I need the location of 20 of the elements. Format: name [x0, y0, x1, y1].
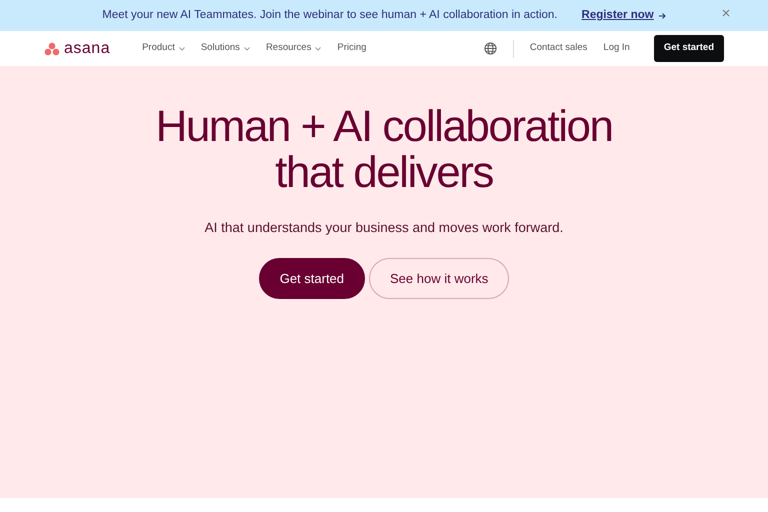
asana-logo[interactable]: asana: [44, 36, 110, 60]
see-how-it-works-button[interactable]: See how it works: [369, 258, 510, 300]
hero-subtitle: AI that understands your business and moves work forward.: [204, 219, 564, 237]
nav-menu-item[interactable]: Solutions: [200, 41, 250, 56]
hero-title: Human + AI collaboration that delivers: [154, 104, 614, 196]
nav-menu-item[interactable]: Resources: [266, 41, 322, 56]
chevron-icon: [315, 46, 322, 50]
chevron-icon: [244, 46, 250, 50]
get-started-button[interactable]: Get started: [258, 258, 366, 300]
globe-icon[interactable]: [484, 42, 497, 55]
banner-message: Meet your new AI Teammates. Join the webinar to see human + AI collaboration in action.: [102, 8, 558, 23]
close-button[interactable]: [722, 9, 730, 17]
chevron-icon: [178, 46, 185, 50]
nav-menu-item[interactable]: Product: [142, 41, 185, 56]
get-started-button[interactable]: Get started: [654, 35, 724, 62]
contact-sales-link[interactable]: Contact sales: [530, 41, 588, 56]
login-link[interactable]: Log In: [603, 41, 630, 56]
nav-menu-item[interactable]: Pricing: [337, 41, 366, 56]
register-link[interactable]: Register now: [582, 6, 666, 24]
arrow-icon: [658, 12, 666, 20]
